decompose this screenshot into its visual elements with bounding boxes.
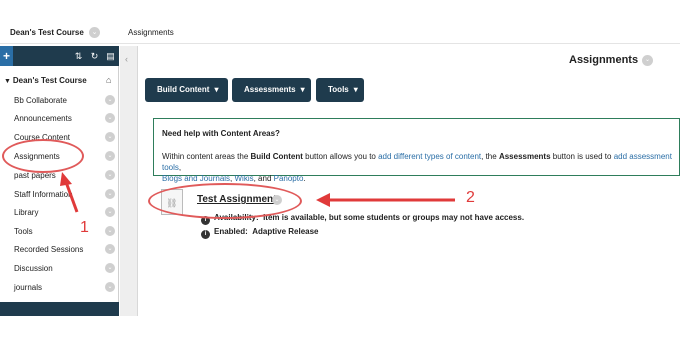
- course-menu: + ⇅ ↻ ▤ ▼ Dean's Test Course ⌂ Bb Collab…: [0, 46, 119, 316]
- help-panel: Need help with Content Areas? Within con…: [153, 118, 680, 183]
- page-title: Assignments: [569, 54, 639, 66]
- help-title: Need help with Content Areas?: [162, 129, 280, 138]
- sidebar-item-library[interactable]: Library ⌄: [0, 204, 119, 222]
- help-text: Within content areas the Build Content b…: [162, 152, 672, 183]
- sidebar-footer: [0, 302, 119, 316]
- sidebar-item-staff-information[interactable]: Staff Information ⌄: [0, 186, 119, 204]
- course-menu-chevron-icon[interactable]: ⌄: [89, 27, 100, 38]
- sidebar-item-announcements[interactable]: Announcements ⌄: [0, 110, 119, 128]
- item-options-icon[interactable]: ⌄: [105, 151, 115, 161]
- sidebar-course-title[interactable]: ▼ Dean's Test Course: [4, 76, 87, 85]
- chevron-down-icon: ▾: [353, 85, 358, 94]
- item-options-icon[interactable]: ⌄: [105, 132, 115, 142]
- item-options-icon[interactable]: ⌄: [105, 189, 115, 199]
- refresh-icon[interactable]: ↻: [88, 49, 101, 63]
- chevron-down-icon: ▾: [300, 85, 305, 94]
- sidebar-item-discussion[interactable]: Discussion ⌄: [0, 260, 119, 278]
- chevron-left-icon: ‹: [125, 54, 128, 64]
- home-icon[interactable]: ⌂: [106, 75, 111, 85]
- tools-button[interactable]: Tools ▾: [316, 78, 364, 102]
- item-options-icon[interactable]: ⌄: [105, 226, 115, 236]
- wikis-link[interactable]: Wikis: [235, 174, 254, 183]
- annotation-ellipse-1: [2, 139, 84, 173]
- item-options-icon[interactable]: ⌄: [105, 207, 115, 217]
- reorder-icon[interactable]: ⇅: [72, 49, 85, 63]
- annotation-ellipse-2: [148, 183, 302, 219]
- sidebar-item-tools[interactable]: Tools ⌄: [0, 223, 119, 241]
- sidebar-item-bb-collaborate[interactable]: Bb Collaborate ⌄: [0, 92, 119, 110]
- expand-triangle-icon: ▼: [4, 78, 13, 85]
- annotation-number-2: 2: [466, 189, 475, 206]
- sidebar-item-journals[interactable]: journals ⌄: [0, 279, 119, 297]
- collapse-menu-tab[interactable]: ‹: [120, 46, 138, 316]
- add-content-link[interactable]: add different types of content: [378, 152, 481, 161]
- item-options-icon[interactable]: ⌄: [105, 170, 115, 180]
- info-icon: i: [201, 230, 210, 239]
- course-menu-toolbar: + ⇅ ↻ ▤: [0, 46, 119, 66]
- chevron-down-icon: ▾: [214, 85, 219, 94]
- assessments-button[interactable]: Assessments ▾: [232, 78, 311, 102]
- breadcrumb-page: Assignments: [128, 28, 174, 37]
- page-options-icon[interactable]: ⌄: [642, 55, 653, 66]
- breadcrumb: Dean's Test Course ⌄ Assignments: [0, 22, 680, 44]
- item-options-icon[interactable]: ⌄: [105, 95, 115, 105]
- panopto-link[interactable]: Panopto: [274, 174, 304, 183]
- item-options-icon[interactable]: ⌄: [105, 244, 115, 254]
- blogs-journals-link[interactable]: Blogs and Journals: [162, 174, 230, 183]
- annotation-number-1: 1: [80, 219, 89, 236]
- add-menu-item-icon[interactable]: +: [0, 46, 13, 66]
- item-options-icon[interactable]: ⌄: [105, 113, 115, 123]
- enabled-row: i Enabled: Adaptive Release: [201, 227, 319, 239]
- item-options-icon[interactable]: ⌄: [105, 282, 115, 292]
- sidebar-item-recorded-sessions[interactable]: Recorded Sessions ⌄: [0, 241, 119, 259]
- build-content-button[interactable]: Build Content ▾: [145, 78, 228, 102]
- item-options-icon[interactable]: ⌄: [105, 263, 115, 273]
- view-toggle-icon[interactable]: ▤: [104, 49, 117, 63]
- breadcrumb-course[interactable]: Dean's Test Course: [10, 28, 84, 37]
